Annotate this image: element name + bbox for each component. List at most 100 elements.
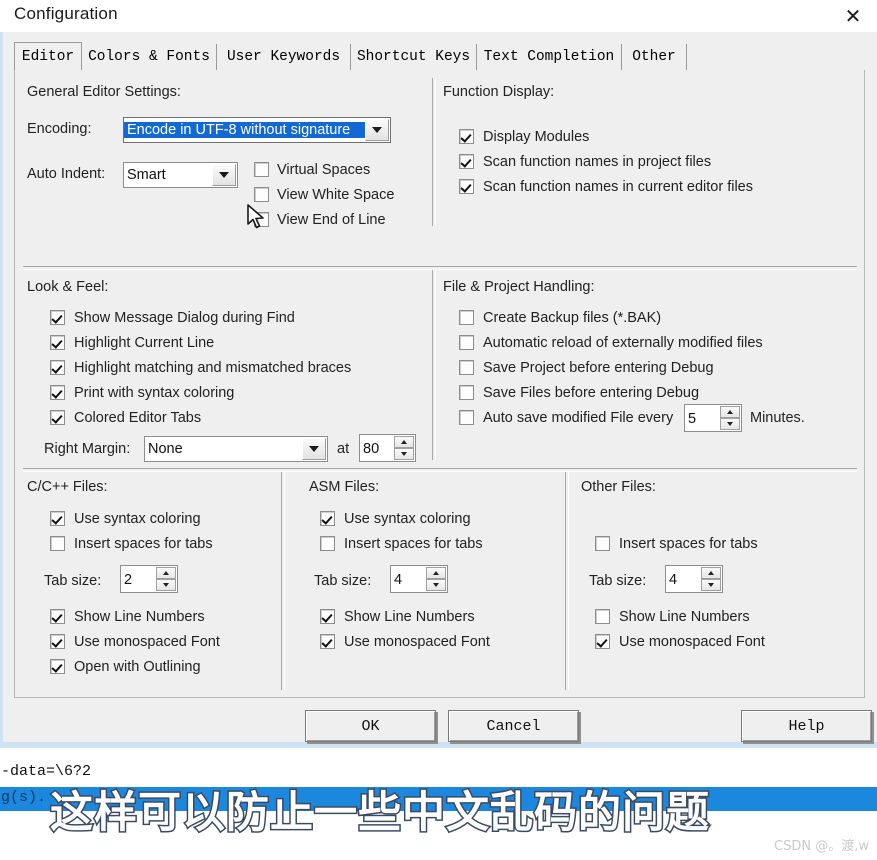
label-cpp-insert-spaces[interactable]: Insert spaces for tabs (74, 536, 213, 552)
label-other-monospaced-font[interactable]: Use monospaced Font (619, 634, 765, 650)
label-save-files-debug[interactable]: Save Files before entering Debug (483, 385, 699, 401)
spinner-up-icon[interactable] (701, 567, 721, 579)
checkbox-highlight-braces[interactable] (50, 360, 65, 375)
chevron-down-icon[interactable] (302, 438, 326, 460)
spinner-down-icon[interactable] (394, 448, 414, 460)
checkbox-asm-insert-spaces[interactable] (320, 536, 335, 551)
checkbox-view-end-of-line[interactable] (254, 212, 269, 227)
spinner-up-icon[interactable] (720, 406, 740, 418)
chevron-down-icon[interactable] (365, 119, 389, 141)
label-create-backup-files[interactable]: Create Backup files (*.BAK) (483, 310, 661, 326)
close-icon[interactable]: ✕ (829, 0, 877, 32)
auto-indent-combobox[interactable]: Smart (123, 162, 238, 188)
label-scan-editor-files[interactable]: Scan function names in current editor fi… (483, 179, 753, 195)
tab-text-completion[interactable]: Text Completion (477, 44, 622, 70)
asm-tab-size-value: 4 (394, 571, 403, 588)
checkbox-asm-monospaced-font[interactable] (320, 634, 335, 649)
label-cpp-show-line-numbers[interactable]: Show Line Numbers (74, 609, 205, 625)
tab-editor[interactable]: Editor (14, 42, 82, 70)
label-automatic-reload[interactable]: Automatic reload of externally modified … (483, 335, 763, 351)
group-title-function-display: Function Display: (443, 84, 555, 100)
checkbox-scan-editor-files[interactable] (459, 179, 474, 194)
video-caption-text: 这样可以防止一些中文乱码的问题 (49, 787, 711, 840)
checkbox-show-message-dialog[interactable] (50, 310, 65, 325)
ok-button[interactable]: OK (305, 710, 436, 742)
label-virtual-spaces[interactable]: Virtual Spaces (277, 162, 370, 178)
label-other-show-line-numbers[interactable]: Show Line Numbers (619, 609, 750, 625)
checkbox-cpp-use-syntax-coloring[interactable] (50, 511, 65, 526)
label-minutes: Minutes. (750, 410, 805, 426)
label-colored-editor-tabs[interactable]: Colored Editor Tabs (74, 410, 201, 426)
label-asm-insert-spaces[interactable]: Insert spaces for tabs (344, 536, 483, 552)
checkbox-other-insert-spaces[interactable] (595, 536, 610, 551)
label-asm-use-syntax-coloring[interactable]: Use syntax coloring (344, 511, 471, 527)
checkbox-auto-save-file[interactable] (459, 410, 474, 425)
label-asm-tab-size: Tab size: (314, 573, 372, 589)
cpp-tab-size-spinner[interactable]: 2 (120, 565, 178, 593)
label-save-project-debug[interactable]: Save Project before entering Debug (483, 360, 714, 376)
label-show-message-dialog[interactable]: Show Message Dialog during Find (74, 310, 295, 326)
label-view-end-of-line[interactable]: View End of Line (277, 212, 386, 228)
label-view-white-space[interactable]: View White Space (277, 187, 394, 203)
label-print-syntax-coloring[interactable]: Print with syntax coloring (74, 385, 234, 401)
auto-indent-value: Smart (127, 167, 166, 183)
spinner-down-icon[interactable] (701, 579, 721, 591)
chevron-down-icon[interactable] (212, 164, 236, 186)
label-encoding: Encoding: (27, 121, 92, 137)
label-asm-monospaced-font[interactable]: Use monospaced Font (344, 634, 490, 650)
label-highlight-braces[interactable]: Highlight matching and mismatched braces (74, 360, 351, 376)
checkbox-create-backup-files[interactable] (459, 310, 474, 325)
help-button[interactable]: Help (741, 710, 872, 742)
cancel-button[interactable]: Cancel (448, 710, 579, 742)
spinner-down-icon[interactable] (720, 418, 740, 430)
tab-user-keywords[interactable]: User Keywords (217, 44, 351, 70)
spinner-down-icon[interactable] (156, 579, 176, 591)
tab-shortcut-keys[interactable]: Shortcut Keys (351, 44, 477, 70)
label-scan-project-files[interactable]: Scan function names in project files (483, 154, 711, 170)
checkbox-scan-project-files[interactable] (459, 154, 474, 169)
checkbox-asm-use-syntax-coloring[interactable] (320, 511, 335, 526)
checkbox-save-files-debug[interactable] (459, 385, 474, 400)
checkbox-view-white-space[interactable] (254, 187, 269, 202)
spinner-up-icon[interactable] (156, 567, 176, 579)
label-cpp-open-outlining[interactable]: Open with Outlining (74, 659, 201, 675)
checkbox-cpp-show-line-numbers[interactable] (50, 609, 65, 624)
checkbox-cpp-monospaced-font[interactable] (50, 634, 65, 649)
label-display-modules[interactable]: Display Modules (483, 129, 589, 145)
checkbox-cpp-insert-spaces[interactable] (50, 536, 65, 551)
label-highlight-current-line[interactable]: Highlight Current Line (74, 335, 214, 351)
checkbox-colored-editor-tabs[interactable] (50, 410, 65, 425)
checkbox-other-monospaced-font[interactable] (595, 634, 610, 649)
checkbox-display-modules[interactable] (459, 129, 474, 144)
group-title-look-feel: Look & Feel: (27, 279, 109, 295)
checkbox-cpp-open-outlining[interactable] (50, 659, 65, 674)
label-at: at (337, 441, 350, 457)
spinner-down-icon[interactable] (426, 579, 446, 591)
checkbox-save-project-debug[interactable] (459, 360, 474, 375)
tab-other[interactable]: Other (622, 44, 687, 70)
spinner-up-icon[interactable] (394, 436, 414, 448)
encoding-combobox[interactable]: Encode in UTF-8 without signature (123, 117, 391, 143)
label-asm-show-line-numbers[interactable]: Show Line Numbers (344, 609, 475, 625)
checkbox-highlight-current-line[interactable] (50, 335, 65, 350)
checkbox-other-show-line-numbers[interactable] (595, 609, 610, 624)
checkbox-print-syntax-coloring[interactable] (50, 385, 65, 400)
divider-vertical-3 (281, 472, 285, 690)
label-cpp-monospaced-font[interactable]: Use monospaced Font (74, 634, 220, 650)
label-cpp-use-syntax-coloring[interactable]: Use syntax coloring (74, 511, 201, 527)
tab-colors-fonts[interactable]: Colors & Fonts (82, 44, 217, 70)
spinner-up-icon[interactable] (426, 567, 446, 579)
checkbox-virtual-spaces[interactable] (254, 162, 269, 177)
other-tab-size-spinner[interactable]: 4 (665, 565, 723, 593)
divider-horizontal-1 (23, 266, 857, 270)
label-other-insert-spaces[interactable]: Insert spaces for tabs (619, 536, 758, 552)
right-margin-combobox[interactable]: None (144, 436, 328, 462)
label-auto-save-file[interactable]: Auto save modified File every (483, 410, 673, 426)
checkbox-automatic-reload[interactable] (459, 335, 474, 350)
asm-tab-size-spinner[interactable]: 4 (390, 565, 448, 593)
right-margin-spinner[interactable]: 80 (359, 434, 416, 462)
group-title-cpp-files: C/C++ Files: (27, 479, 108, 495)
strip-top-rule (0, 745, 877, 748)
auto-save-spinner[interactable]: 5 (684, 404, 742, 432)
checkbox-asm-show-line-numbers[interactable] (320, 609, 335, 624)
